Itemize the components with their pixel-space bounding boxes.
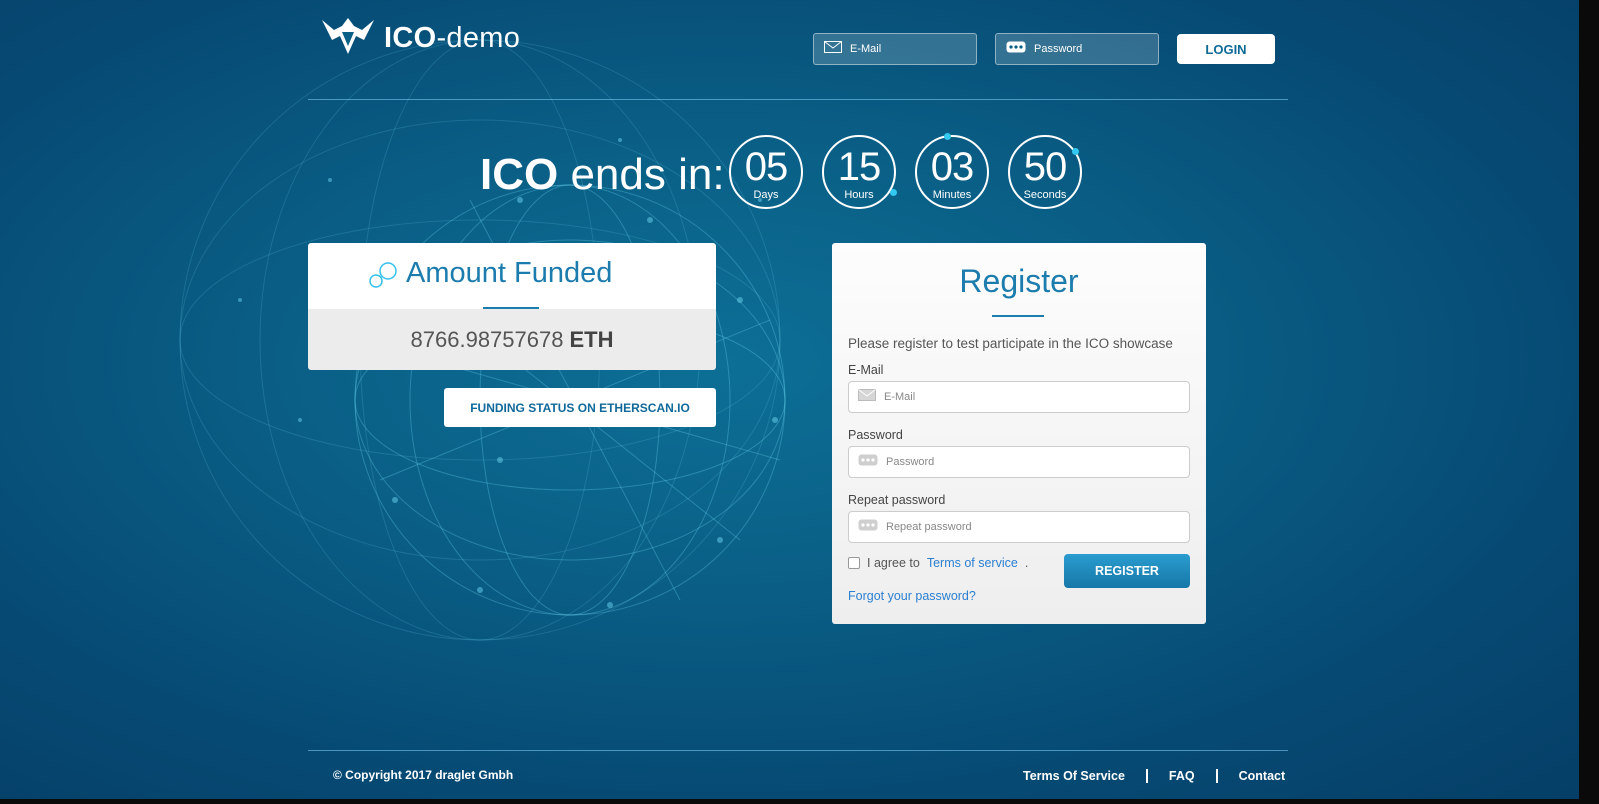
title-underline: [483, 307, 539, 309]
dragon-logo-icon: [320, 14, 376, 63]
countdown-days-label: Days: [753, 189, 779, 201]
window-edge: [1579, 0, 1599, 804]
password-label: Password: [848, 428, 903, 442]
agree-suffix: .: [1024, 556, 1029, 570]
countdown-minutes: 03 Minutes: [915, 133, 989, 209]
countdown-seconds-label: Seconds: [1023, 189, 1067, 201]
password-dots-icon: [1006, 40, 1026, 58]
register-button[interactable]: REGISTER: [1064, 554, 1190, 588]
countdown-seconds-value: 50: [1023, 145, 1068, 189]
countdown-days-value: 05: [744, 145, 789, 189]
password-dots-icon: [858, 518, 878, 536]
countdown-title: ICO ends in:: [480, 150, 725, 199]
copyright-text: © Copyright 2017 draglet Gmbh: [333, 768, 514, 782]
title-underline: [992, 315, 1044, 317]
register-card: Register Please register to test partici…: [832, 243, 1206, 624]
header-password-input[interactable]: Password: [995, 33, 1159, 65]
header-divider: [308, 99, 1288, 100]
register-description: Please register to test participate in t…: [848, 336, 1173, 351]
countdown-progress-dot: [1072, 148, 1079, 155]
brand-logo[interactable]: ICO-demo: [320, 14, 520, 63]
register-repeat-password-input[interactable]: Repeat password: [848, 511, 1190, 543]
amount-unit: ETH: [569, 326, 614, 352]
amount-funded-header: Amount Funded: [308, 243, 716, 309]
envelope-icon: [824, 40, 842, 58]
countdown-hours: 15 Hours: [822, 135, 897, 209]
footer-links: Terms Of Service FAQ Contact: [1023, 769, 1285, 783]
repeat-password-placeholder: Repeat password: [886, 521, 972, 533]
email-label: E-Mail: [848, 363, 884, 377]
footer-link-faq[interactable]: FAQ: [1169, 769, 1195, 783]
footer-link-contact[interactable]: Contact: [1239, 769, 1286, 783]
terms-agreement: I agree to Terms of service .: [848, 556, 1028, 570]
header-email-placeholder: E-Mail: [850, 43, 882, 55]
register-title: Register: [959, 263, 1079, 299]
window-edge-bottom: [0, 799, 1599, 804]
password-dots-icon: [858, 453, 878, 471]
register-password-input[interactable]: Password: [848, 446, 1190, 478]
footer-separator: [1145, 769, 1148, 783]
login-button[interactable]: LOGIN: [1177, 34, 1275, 64]
terms-of-service-link[interactable]: Terms of service: [927, 556, 1018, 570]
amount-funded-title: Amount Funded: [406, 257, 613, 289]
register-email-input[interactable]: E-Mail: [848, 381, 1190, 413]
terms-checkbox[interactable]: [848, 557, 860, 569]
network-globe-background: [179, 39, 786, 641]
footer-separator: [1215, 769, 1218, 783]
header-email-input[interactable]: E-Mail: [813, 33, 977, 65]
repeat-password-label: Repeat password: [848, 493, 946, 507]
countdown-progress-dot: [890, 189, 897, 196]
forgot-password-link[interactable]: Forgot your password?: [848, 589, 976, 603]
password-placeholder: Password: [886, 456, 935, 468]
countdown-hours-label: Hours: [844, 189, 874, 201]
countdown-minutes-value: 03: [930, 145, 975, 189]
brand-name: ICO-demo: [384, 22, 521, 54]
envelope-icon: [858, 388, 876, 406]
countdown-seconds: 50 Seconds: [1008, 135, 1082, 209]
amount-number: 8766.98757678: [410, 326, 564, 352]
countdown-days: 05 Days: [729, 135, 803, 209]
coins-icon: [368, 261, 400, 294]
countdown-minutes-label: Minutes: [932, 189, 972, 201]
amount-funded-value: 8766.98757678 ETH: [308, 309, 716, 370]
etherscan-status-button[interactable]: FUNDING STATUS ON ETHERSCAN.IO: [444, 388, 716, 427]
footer-link-terms[interactable]: Terms Of Service: [1023, 769, 1125, 783]
amount-funded-card: Amount Funded 8766.98757678 ETH: [308, 243, 716, 370]
footer-divider: [308, 750, 1288, 751]
email-placeholder: E-Mail: [884, 391, 916, 403]
countdown-progress-dot: [944, 133, 951, 140]
countdown-hours-value: 15: [837, 145, 882, 189]
header-password-placeholder: Password: [1034, 43, 1083, 55]
agree-prefix: I agree to: [867, 556, 920, 570]
